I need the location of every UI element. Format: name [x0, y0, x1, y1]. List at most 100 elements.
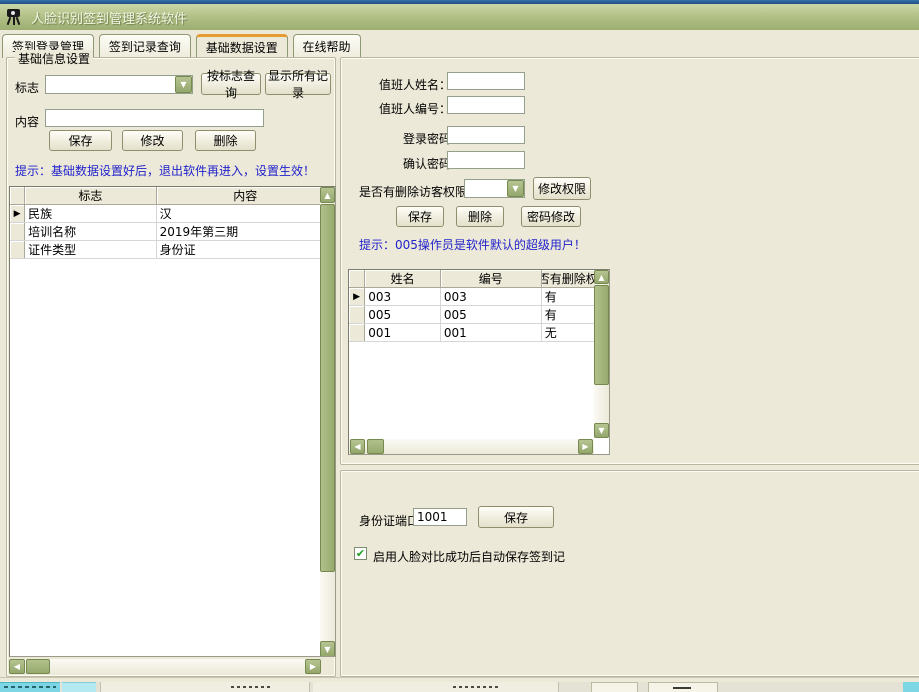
flag-combobox-value — [46, 76, 175, 93]
duty-id-input[interactable] — [447, 96, 525, 114]
auto-save-checkbox-label: 启用人脸对比成功后自动保存签到记 — [373, 548, 565, 565]
table-cell[interactable]: 汉 — [156, 205, 334, 223]
basic-info-group: 基础信息设置 标志 ▼ 按标志查询 显示所有记录 内容 保存 修改 删除 提示：… — [6, 57, 336, 677]
duty-name-input[interactable] — [447, 72, 525, 90]
content-label: 内容 — [15, 113, 39, 130]
column-header[interactable]: 标志 — [25, 187, 156, 205]
query-by-flag-button[interactable]: 按标志查询 — [201, 73, 261, 95]
operators-table-hscroll-thumb[interactable] — [367, 439, 384, 454]
current-row-icon[interactable]: ▶ — [349, 288, 365, 306]
taskbar-item-right[interactable] — [903, 682, 919, 692]
login-password-input[interactable] — [447, 126, 525, 144]
tab-signin-record-query[interactable]: 签到记录查询 — [99, 34, 191, 58]
table-cell[interactable]: 003 — [365, 288, 441, 306]
flags-table-hscroll-thumb[interactable] — [26, 659, 50, 674]
flag-label: 标志 — [15, 79, 39, 96]
taskbar — [0, 682, 919, 692]
titlebar[interactable]: 人脸识别签到管理系统软件 — [0, 4, 919, 30]
duty-id-label: 值班人编号： — [379, 100, 451, 117]
flags-table[interactable]: 标志内容▶民族汉培训名称2019年第三期证件类型身份证 ▲ ▼ — [9, 186, 336, 657]
taskbar-item-active[interactable] — [0, 682, 60, 692]
id-port-input[interactable] — [413, 508, 467, 526]
table-cell[interactable]: 003 — [440, 288, 541, 306]
camera-tripod-icon — [5, 8, 23, 26]
scroll-right-icon[interactable]: ▶ — [305, 659, 321, 674]
delete-permission-combobox[interactable]: ▼ — [464, 179, 525, 198]
right-save-button[interactable]: 保存 — [396, 206, 444, 227]
column-header[interactable]: 姓名 — [365, 270, 441, 288]
change-password-button[interactable]: 密码修改 — [521, 206, 581, 227]
right-hint-text: 提示：005操作员是软件默认的超级用户！ — [359, 236, 586, 253]
taskbar-item-6[interactable] — [648, 682, 718, 692]
taskbar-item-4[interactable] — [313, 682, 559, 692]
table-cell[interactable]: 001 — [440, 324, 541, 342]
scroll-down-icon[interactable]: ▼ — [594, 423, 609, 438]
table-cell[interactable]: 005 — [440, 306, 541, 324]
operators-table-vscroll-thumb[interactable] — [594, 285, 609, 385]
table-cell[interactable]: 培训名称 — [25, 223, 156, 241]
scroll-left-icon[interactable]: ◀ — [350, 439, 365, 454]
scroll-up-icon[interactable]: ▲ — [594, 270, 609, 284]
row-selector[interactable] — [349, 324, 365, 342]
scroll-up-icon[interactable]: ▲ — [320, 187, 335, 203]
row-selector-header — [349, 270, 365, 288]
client-area: 签到登录管理 签到记录查询 基础数据设置 在线帮助 基础信息设置 标志 ▼ 按标… — [0, 30, 919, 682]
current-row-icon[interactable]: ▶ — [10, 205, 25, 223]
row-selector[interactable] — [349, 306, 365, 324]
operators-table-vscrollbar[interactable]: ▲ ▼ — [594, 270, 609, 438]
operators-table[interactable]: 姓名编号是否有删除权限▶003003有005005有001001无 ▲ ▼ ◀ … — [348, 269, 610, 455]
table-cell[interactable]: 证件类型 — [25, 241, 156, 259]
delete-permission-label: 是否有删除访客权限 — [359, 183, 467, 200]
port-save-button[interactable]: 保存 — [478, 506, 554, 528]
modify-permission-button[interactable]: 修改权限 — [533, 177, 591, 200]
show-all-records-button[interactable]: 显示所有记录 — [265, 73, 331, 95]
taskbar-item-3[interactable] — [100, 682, 310, 692]
tab-online-help[interactable]: 在线帮助 — [293, 34, 361, 58]
scroll-down-icon[interactable]: ▼ — [320, 641, 335, 657]
column-header[interactable]: 内容 — [156, 187, 334, 205]
flag-combobox[interactable]: ▼ — [45, 75, 193, 94]
table-cell[interactable]: 身份证 — [156, 241, 334, 259]
table-cell[interactable]: 民族 — [25, 205, 156, 223]
taskbar-item-2[interactable] — [62, 682, 96, 692]
row-selector-header — [10, 187, 25, 205]
flags-table-hscrollbar[interactable]: ◀ ▶ — [9, 659, 321, 674]
left-save-button[interactable]: 保存 — [49, 130, 112, 151]
table-cell[interactable]: 2019年第三期 — [156, 223, 334, 241]
flags-table-vscrollbar[interactable]: ▲ ▼ — [320, 187, 335, 657]
row-selector[interactable] — [10, 241, 25, 259]
scroll-left-icon[interactable]: ◀ — [9, 659, 25, 674]
data-grid[interactable]: 标志内容▶民族汉培训名称2019年第三期证件类型身份证 — [10, 187, 335, 259]
chevron-down-icon[interactable]: ▼ — [175, 76, 192, 93]
scroll-right-icon[interactable]: ▶ — [578, 439, 593, 454]
auto-save-checkbox[interactable]: ✔ — [354, 547, 367, 560]
tab-basic-data-settings[interactable]: 基础数据设置 — [196, 34, 288, 59]
basic-info-group-title: 基础信息设置 — [15, 50, 93, 67]
table-row[interactable]: 005005有 — [349, 306, 609, 324]
table-row[interactable]: 培训名称2019年第三期 — [10, 223, 335, 241]
taskbar-item-5[interactable] — [591, 682, 638, 692]
window-title: 人脸识别签到管理系统软件 — [31, 8, 187, 27]
operators-table-hscrollbar[interactable]: ◀ ▶ — [349, 439, 594, 454]
table-row[interactable]: ▶003003有 — [349, 288, 609, 306]
chevron-down-icon[interactable]: ▼ — [507, 180, 524, 197]
content-input[interactable] — [45, 109, 264, 127]
operator-settings-group: 值班人姓名： 值班人编号： 登录密码： 确认密码： 是否有删除访客权限 ▼ 修改… — [340, 57, 919, 465]
left-modify-button[interactable]: 修改 — [122, 130, 183, 151]
right-delete-button[interactable]: 删除 — [456, 206, 504, 227]
row-selector[interactable] — [10, 223, 25, 241]
table-row[interactable]: ▶民族汉 — [10, 205, 335, 223]
column-header[interactable]: 编号 — [440, 270, 541, 288]
left-hint-text: 提示：基础数据设置好后，退出软件再进入，设置生效！ — [15, 162, 315, 179]
duty-name-label: 值班人姓名： — [379, 76, 451, 93]
id-port-label: 身份证端口 — [359, 512, 419, 529]
flags-table-vscroll-thumb[interactable] — [320, 204, 335, 572]
left-delete-button[interactable]: 删除 — [195, 130, 256, 151]
delete-permission-value — [465, 180, 507, 197]
table-row[interactable]: 证件类型身份证 — [10, 241, 335, 259]
confirm-password-input[interactable] — [447, 151, 525, 169]
table-cell[interactable]: 005 — [365, 306, 441, 324]
data-grid[interactable]: 姓名编号是否有删除权限▶003003有005005有001001无 — [349, 270, 609, 342]
table-cell[interactable]: 001 — [365, 324, 441, 342]
table-row[interactable]: 001001无 — [349, 324, 609, 342]
